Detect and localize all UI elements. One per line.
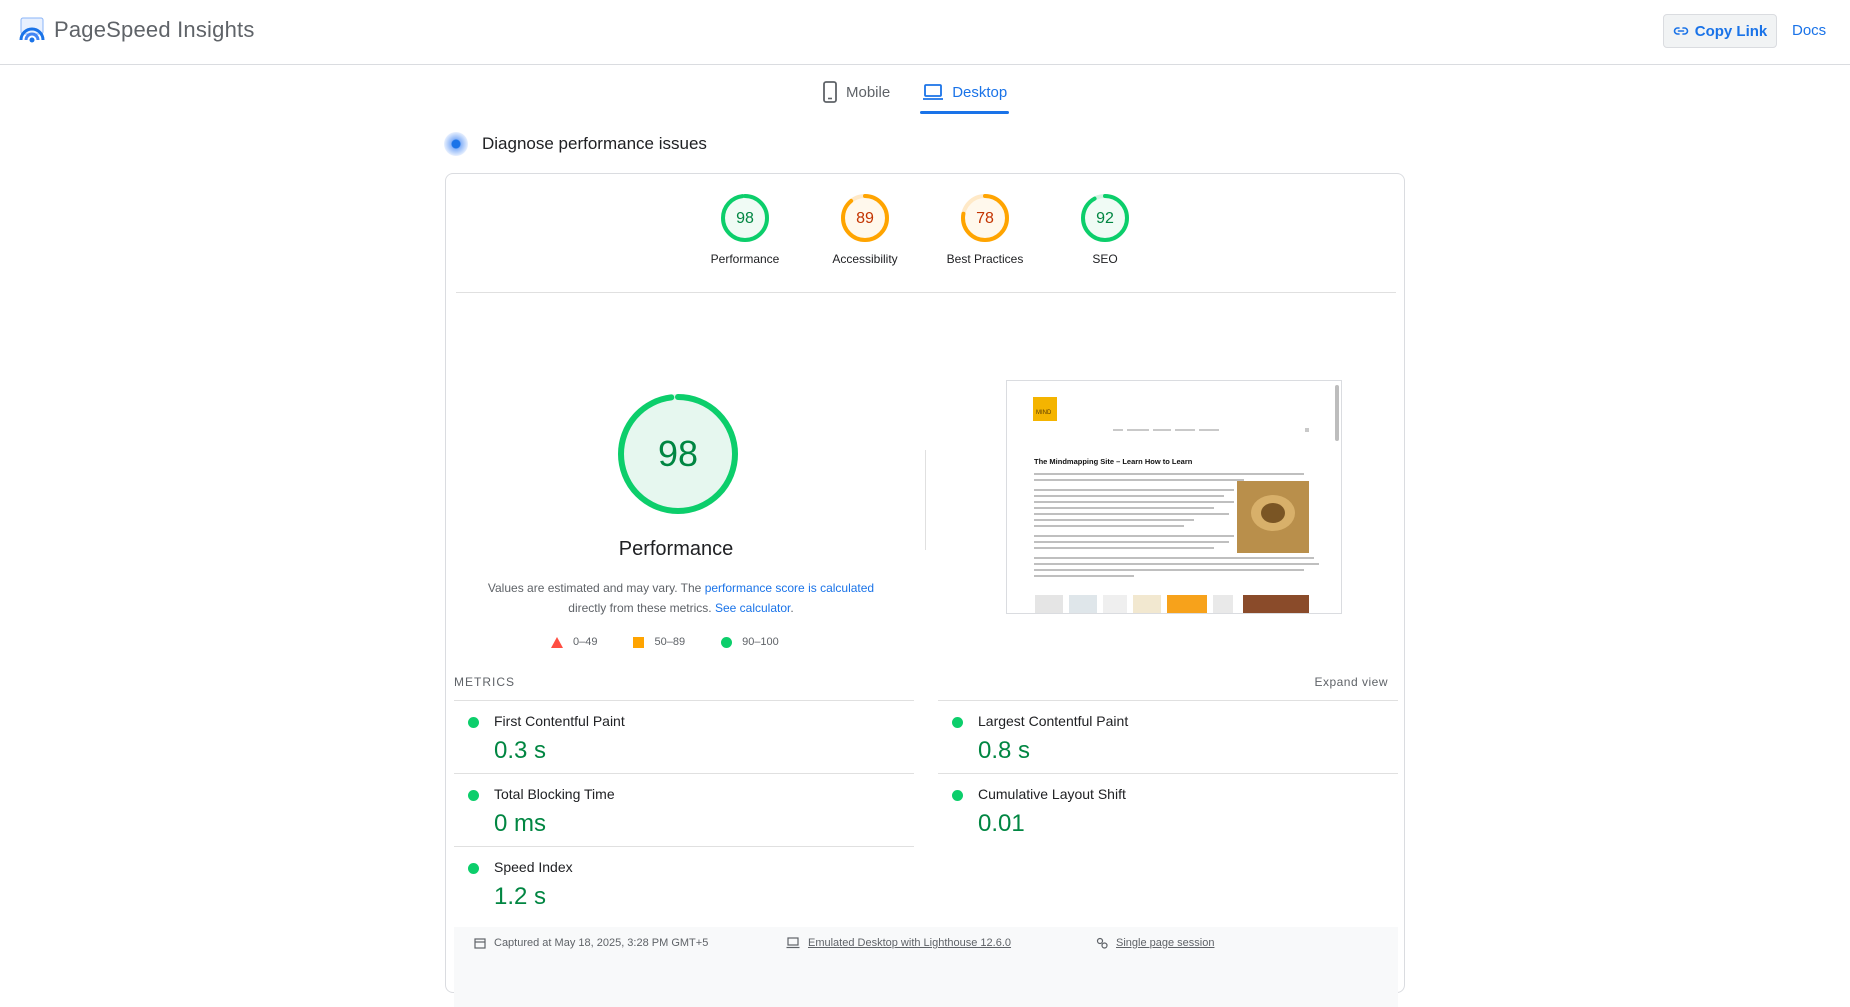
metric-name: Cumulative Layout Shift bbox=[978, 786, 1126, 802]
pass-indicator-icon bbox=[468, 717, 479, 728]
page-session[interactable]: Single page session bbox=[1096, 937, 1214, 949]
tab-desktop[interactable]: Desktop bbox=[920, 74, 1010, 114]
tab-mobile-label: Mobile bbox=[846, 83, 891, 101]
metric-name: Speed Index bbox=[494, 859, 573, 875]
metric-value: 0.3 s bbox=[494, 737, 547, 764]
top-bar: PageSpeed Insights Copy Link Docs bbox=[0, 0, 1850, 65]
performance-description: Values are estimated and may vary. The p… bbox=[476, 578, 886, 618]
score-calculated-link[interactable]: performance score is calculated bbox=[705, 581, 874, 595]
tab-mobile[interactable]: Mobile bbox=[820, 74, 892, 110]
gauge-label: SEO bbox=[1092, 252, 1118, 266]
metric-value: 1.2 s bbox=[494, 883, 547, 910]
copy-link-button[interactable]: Copy Link bbox=[1663, 14, 1777, 48]
gauge-ring: 78 bbox=[961, 194, 1009, 242]
legend-average-label: 50–89 bbox=[654, 636, 686, 648]
gauge-ring: 89 bbox=[841, 194, 889, 242]
gauge-score: 89 bbox=[856, 210, 874, 227]
metric-cls: Cumulative Layout Shift 0.01 bbox=[938, 773, 1398, 846]
performance-big-score: 98 bbox=[658, 433, 698, 474]
legend-average: 50–89 bbox=[633, 636, 685, 648]
square-icon bbox=[633, 636, 645, 648]
metric-name: Total Blocking Time bbox=[494, 786, 615, 802]
gauge-score: 92 bbox=[1096, 210, 1114, 227]
pass-indicator-icon bbox=[468, 863, 479, 874]
see-calculator-link[interactable]: See calculator bbox=[715, 601, 790, 615]
gauge-label: Best Practices bbox=[946, 252, 1024, 266]
gauge-best-practices[interactable]: 78 Best Practices bbox=[945, 192, 1025, 266]
calendar-icon bbox=[474, 938, 486, 949]
metric-fcp: First Contentful Paint 0.3 s bbox=[454, 700, 914, 773]
metric-name: Largest Contentful Paint bbox=[978, 713, 1129, 729]
metrics-heading: METRICS bbox=[454, 675, 515, 689]
report-card: 98 Performance 89 Accessibility 78 Best … bbox=[445, 173, 1405, 1007]
pass-indicator-icon bbox=[952, 717, 963, 728]
laptop-icon bbox=[786, 937, 800, 949]
metric-name: First Contentful Paint bbox=[494, 713, 625, 729]
diagnose-title: Diagnose performance issues bbox=[482, 134, 707, 153]
legend-pass-label: 90–100 bbox=[742, 636, 779, 648]
copy-link-label: Copy Link bbox=[1694, 22, 1768, 40]
gauge-seo[interactable]: 92 SEO bbox=[1065, 192, 1145, 266]
metric-value: 0.01 bbox=[978, 810, 1025, 837]
diagnose-heading: Diagnose performance issues bbox=[444, 132, 707, 156]
gauge-ring: 92 bbox=[1081, 194, 1129, 242]
emulated-device[interactable]: Emulated Desktop with Lighthouse 12.6.0 bbox=[786, 937, 1011, 949]
runtime-info: Captured at May 18, 2025, 3:28 PM GMT+5 … bbox=[454, 927, 1398, 1007]
tab-desktop-label: Desktop bbox=[952, 83, 1008, 101]
gauge-label: Accessibility bbox=[832, 252, 898, 266]
gauge-score: 78 bbox=[976, 210, 994, 227]
desc-end: . bbox=[790, 601, 794, 615]
session-icon bbox=[1096, 937, 1108, 949]
emulated-text: Emulated Desktop with Lighthouse 12.6.0 bbox=[808, 937, 1012, 949]
desc-mid: directly from these metrics. bbox=[568, 601, 712, 615]
brand[interactable]: PageSpeed Insights bbox=[18, 16, 255, 44]
metric-value: 0 ms bbox=[494, 810, 547, 837]
page-screenshot: MIND The Mindmapping Site – Learn How to… bbox=[1006, 380, 1342, 614]
legend-fail: 0–49 bbox=[551, 636, 597, 648]
expand-view-button[interactable]: Expand view bbox=[1314, 675, 1388, 689]
score-legend: 0–49 50–89 90–100 bbox=[551, 636, 779, 648]
gauge-accessibility[interactable]: 89 Accessibility bbox=[825, 192, 905, 266]
metric-lcp: Largest Contentful Paint 0.8 s bbox=[938, 700, 1398, 773]
session-text: Single page session bbox=[1116, 937, 1215, 949]
docs-link[interactable]: Docs bbox=[1792, 22, 1826, 39]
score-gauges: 98 Performance 89 Accessibility 78 Best … bbox=[446, 192, 1404, 266]
device-tabs: Mobile Desktop bbox=[820, 74, 1010, 114]
legend-fail-label: 0–49 bbox=[573, 636, 598, 648]
desc-prefix: Values are estimated and may vary. The bbox=[487, 581, 702, 595]
gauge-ring: 98 bbox=[721, 194, 769, 242]
triangle-icon bbox=[551, 636, 563, 648]
captured-at: Captured at May 18, 2025, 3:28 PM GMT+5 bbox=[474, 937, 708, 949]
app-title: PageSpeed Insights bbox=[54, 17, 255, 42]
pass-indicator-icon bbox=[952, 790, 963, 801]
metric-si: Speed Index 1.2 s bbox=[454, 846, 914, 919]
screenshot-logo-text: MIND bbox=[1036, 410, 1052, 416]
link-icon bbox=[1673, 27, 1688, 35]
pagespeed-logo-icon bbox=[19, 17, 45, 43]
gauge-score: 98 bbox=[736, 210, 754, 227]
phone-icon bbox=[823, 81, 837, 103]
metric-value: 0.8 s bbox=[978, 737, 1031, 764]
diagnose-icon bbox=[444, 132, 468, 156]
screenshot-site-title: The Mindmapping Site – Learn How to Lear… bbox=[1034, 457, 1193, 466]
performance-big-gauge: 98 bbox=[618, 394, 738, 514]
divider bbox=[456, 292, 1396, 293]
legend-pass: 90–100 bbox=[721, 636, 779, 648]
performance-title: Performance bbox=[618, 538, 734, 560]
laptop-icon bbox=[923, 84, 944, 100]
vertical-divider bbox=[925, 450, 926, 550]
screenshot-image: MIND The Mindmapping Site – Learn How to… bbox=[1007, 381, 1341, 613]
gauge-performance[interactable]: 98 Performance bbox=[705, 192, 785, 266]
circle-icon bbox=[721, 636, 733, 648]
pass-indicator-icon bbox=[468, 790, 479, 801]
gauge-label: Performance bbox=[710, 252, 780, 266]
captured-text: Captured at May 18, 2025, 3:28 PM GMT+5 bbox=[494, 937, 709, 949]
metric-tbt: Total Blocking Time 0 ms bbox=[454, 773, 914, 846]
